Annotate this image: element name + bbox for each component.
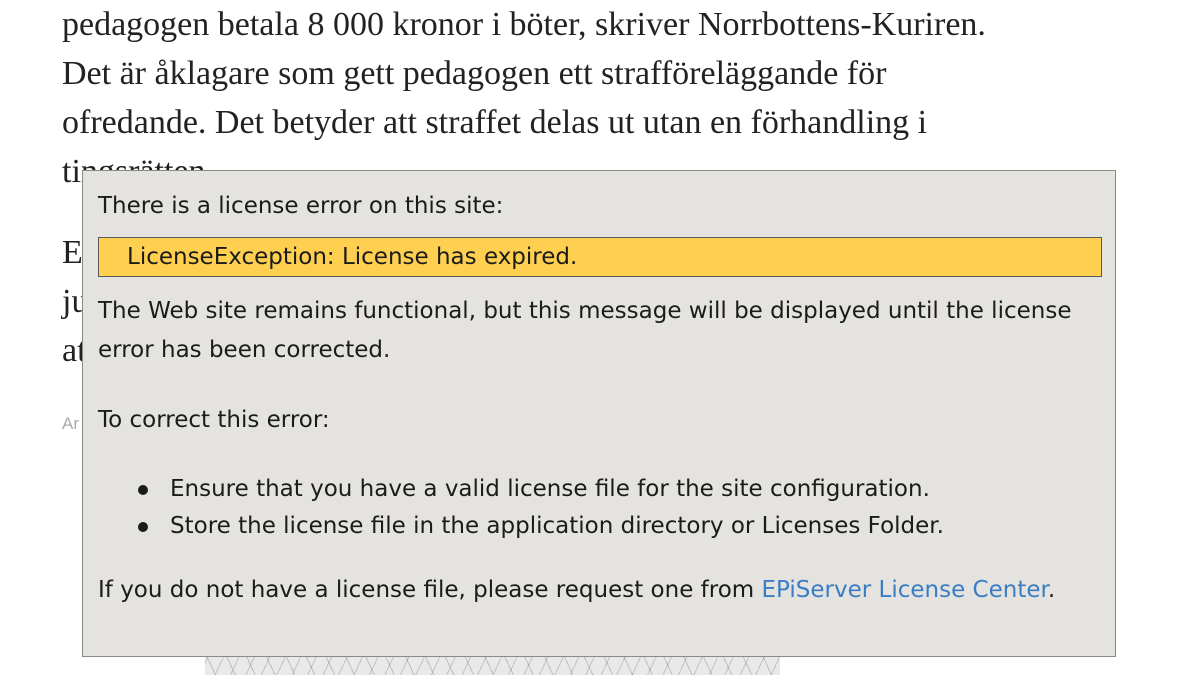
footer-prefix: If you do not have a license file, pleas… xyxy=(98,577,762,603)
correct-error-heading: To correct this error: xyxy=(98,407,330,433)
step-text: Ensure that you have a valid license fil… xyxy=(170,476,930,502)
bullet-icon xyxy=(138,522,148,532)
license-error-dialog: There is a license error on this site: L… xyxy=(82,170,1116,657)
license-error-heading: There is a license error on this site: xyxy=(98,193,504,219)
license-error-message: LicenseException: License has expired. xyxy=(98,237,1102,277)
step-text: Store the license file in the applicatio… xyxy=(170,513,944,539)
license-request-text: If you do not have a license file, pleas… xyxy=(98,571,1098,609)
correction-steps-list: Ensure that you have a valid license fil… xyxy=(98,471,944,545)
list-item: Store the license file in the applicatio… xyxy=(98,508,944,545)
article-line: E xyxy=(62,234,83,271)
bullet-icon xyxy=(138,485,148,495)
license-center-link[interactable]: EPiServer License Center xyxy=(762,577,1048,603)
article-line: pedagogen betala 8 000 kronor i böter, s… xyxy=(62,6,986,43)
list-item: Ensure that you have a valid license fil… xyxy=(98,471,944,508)
article-byline: Ar xyxy=(62,414,79,433)
article-line: Det är åklagare som gett pedagogen ett s… xyxy=(62,55,887,92)
footer-suffix: . xyxy=(1047,577,1056,603)
license-error-description: The Web site remains functional, but thi… xyxy=(98,298,1072,363)
article-line: ofredande. Det betyder att straffet dela… xyxy=(62,104,928,141)
